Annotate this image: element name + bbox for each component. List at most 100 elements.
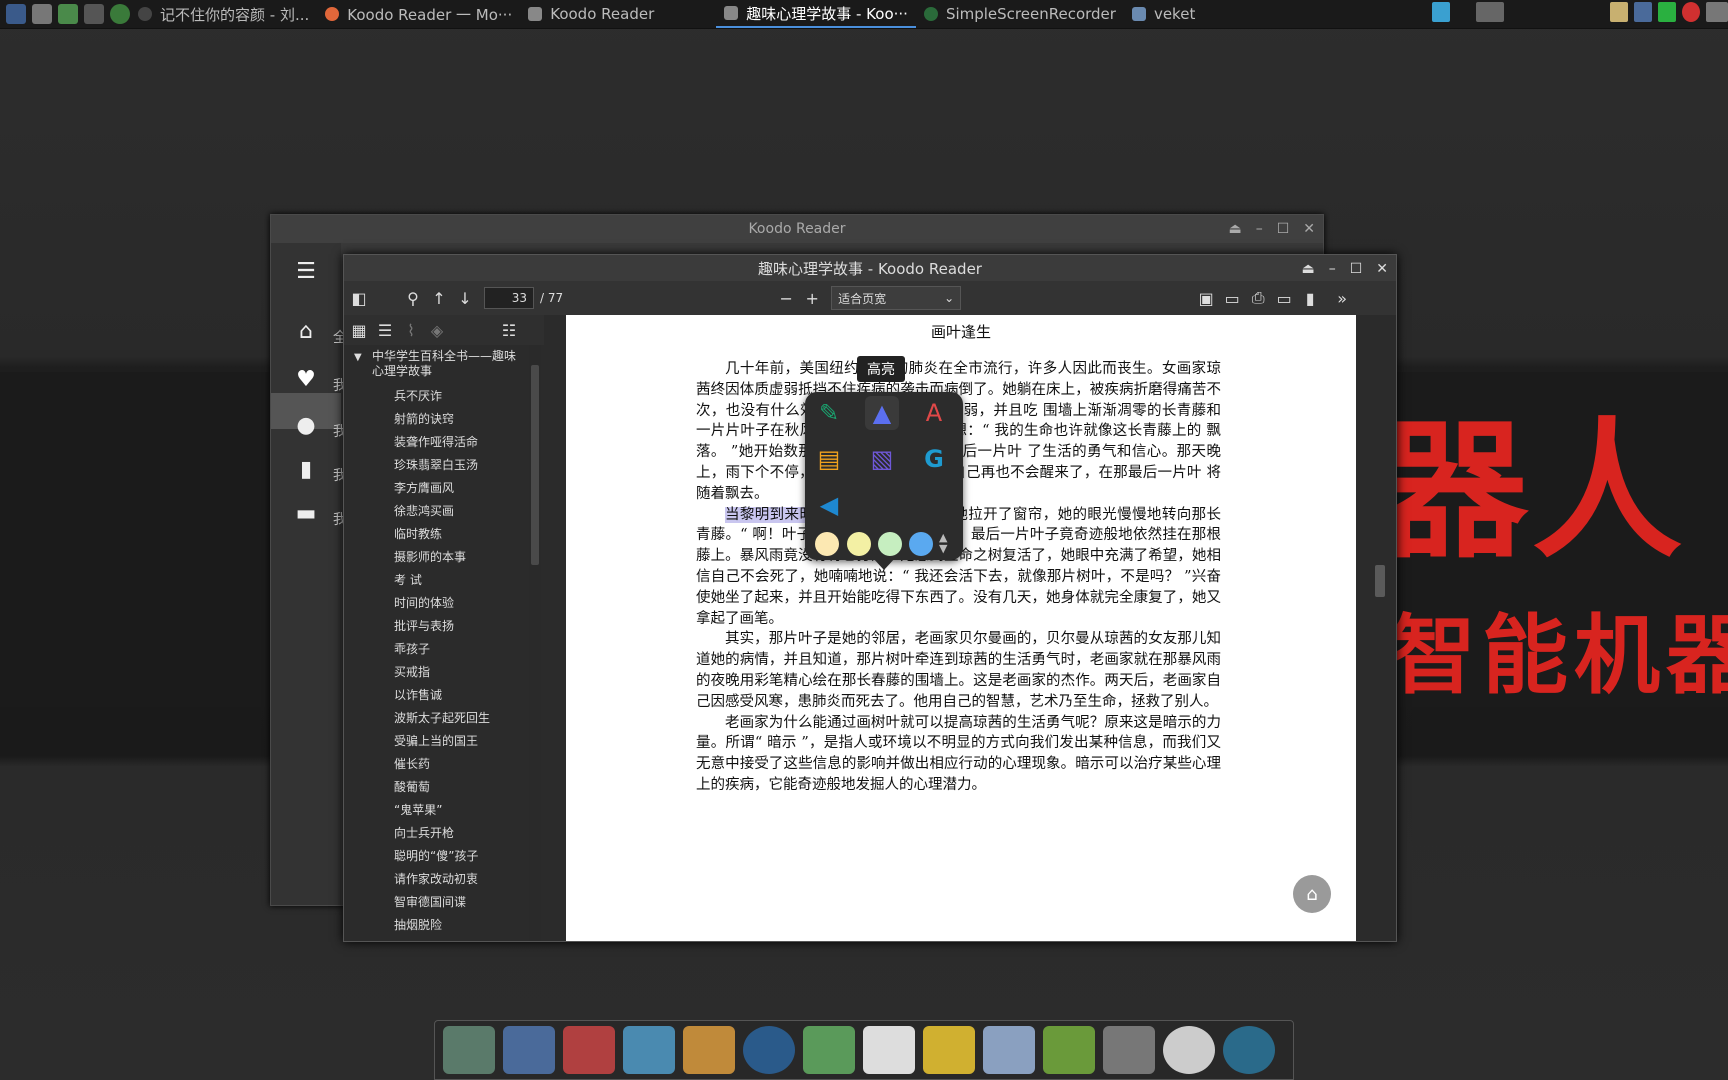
eject-icon[interactable]: ⏏ — [1301, 261, 1314, 277]
taskbar-task-active[interactable]: 趣味心理学故事 - Koo··· — [716, 0, 916, 28]
window-titlebar[interactable]: Koodo Reader ⏏ – ☐ ✕ — [271, 215, 1323, 243]
toc-item[interactable]: 请作家改动初衷 — [344, 868, 524, 891]
drive-icon[interactable] — [1103, 1026, 1155, 1074]
toc-item[interactable]: 催长药 — [344, 753, 524, 776]
browser-icon[interactable] — [110, 4, 130, 24]
play-icon[interactable] — [58, 4, 78, 24]
page-number-input[interactable] — [484, 287, 534, 309]
network-people-icon[interactable] — [803, 1026, 855, 1074]
toc-item[interactable]: 酸葡萄 — [344, 776, 524, 799]
toc-scroll-thumb[interactable] — [531, 365, 539, 565]
toc-options-icon[interactable]: ☷ — [496, 317, 522, 343]
trash-icon[interactable]: ▬ — [291, 501, 321, 531]
arrow-down-icon[interactable]: ↓ — [452, 285, 478, 311]
bookmark-icon[interactable]: ▮ — [1297, 285, 1323, 311]
taskbar-task[interactable]: 记不住你的容颜 - 刘... — [130, 0, 317, 28]
book-icon[interactable] — [923, 1026, 975, 1074]
highlighted-selection[interactable]: 当黎明到来时 — [725, 506, 815, 523]
network-icon[interactable] — [1432, 2, 1450, 22]
toc-item[interactable]: 摄影师的本事 — [344, 546, 524, 569]
speaker-icon[interactable]: ◀ — [812, 488, 846, 522]
editor-icon[interactable] — [623, 1026, 675, 1074]
minimize-icon[interactable]: – — [1256, 221, 1263, 237]
heart-icon[interactable]: ♥ — [291, 367, 321, 397]
home-icon[interactable]: ⌂ — [291, 319, 321, 349]
toc-item[interactable]: 珍珠翡翠白玉汤 — [344, 454, 524, 477]
terminal-icon[interactable] — [84, 4, 104, 24]
toc-item[interactable]: 波斯太子起死回生 — [344, 707, 524, 730]
toc-item[interactable]: 兵不厌诈 — [344, 385, 524, 408]
media-icon[interactable] — [743, 1026, 795, 1074]
taskbar-task[interactable]: veket — [1124, 0, 1203, 28]
copy-icon[interactable]: ▤ — [812, 442, 846, 476]
maximize-icon[interactable]: ☐ — [1277, 221, 1290, 237]
files-icon[interactable] — [443, 1026, 495, 1074]
page-scrollbar[interactable] — [1372, 315, 1388, 941]
print-icon[interactable]: ⎙ — [1245, 285, 1271, 311]
zoom-out-icon[interactable]: − — [773, 285, 799, 311]
folder-icon[interactable]: ▭ — [1271, 285, 1297, 311]
page-scroll-thumb[interactable] — [1375, 565, 1385, 597]
toc-item[interactable]: 徐悲鸿买画 — [344, 500, 524, 523]
close-icon[interactable]: ✕ — [1376, 261, 1388, 277]
toc-item[interactable]: 买戒指 — [344, 661, 524, 684]
caret-down-icon[interactable]: ▼ — [354, 350, 362, 365]
display-icon[interactable] — [1634, 2, 1652, 22]
keyboard-icon[interactable] — [1706, 2, 1728, 22]
toc-item[interactable]: 抽烟脱险 — [344, 914, 524, 937]
toc-item[interactable]: “鬼苹果” — [344, 799, 524, 822]
clipboard-icon[interactable] — [1610, 2, 1628, 22]
color-stepper-icon[interactable]: ▲ ▼ — [939, 532, 947, 554]
hamburger-menu-icon[interactable]: ☰ — [291, 259, 321, 289]
eject-icon[interactable]: ⏏ — [1228, 221, 1241, 237]
color-swatch-blue[interactable] — [909, 532, 933, 556]
note-pen-icon[interactable]: ✎ — [812, 396, 846, 430]
taskbar-task[interactable]: SimpleScreenRecorder — [916, 0, 1124, 28]
thumbnail-view-icon[interactable]: ▦ — [346, 317, 372, 343]
lightbulb-icon[interactable]: ● — [291, 413, 321, 443]
battery-icon[interactable] — [1658, 2, 1676, 22]
toc-item[interactable]: 智审德国间谍 — [344, 891, 524, 914]
notebook-icon[interactable]: ▮ — [291, 457, 321, 487]
record-tray-icon[interactable] — [1682, 2, 1700, 22]
search-icon[interactable]: ⚲ — [400, 285, 426, 311]
toc-item[interactable]: 乖孩子 — [344, 638, 524, 661]
window-titlebar[interactable]: 趣味心理学故事 - Koodo Reader ⏏ – ☐ ✕ — [344, 255, 1396, 281]
toc-item[interactable]: 李方膺画风 — [344, 477, 524, 500]
paint-icon[interactable] — [683, 1026, 735, 1074]
toc-item[interactable]: 射箭的诀窍 — [344, 408, 524, 431]
more-tools-icon[interactable]: » — [1329, 285, 1355, 311]
highlight-icon[interactable]: ▲ — [865, 396, 899, 430]
toc-item[interactable]: 装聋作哑得活命 — [344, 431, 524, 454]
toc-item[interactable]: 时间的体验 — [344, 592, 524, 615]
toc-item[interactable]: 批评与表扬 — [344, 615, 524, 638]
settings-icon[interactable] — [32, 4, 52, 24]
help-icon[interactable] — [1043, 1026, 1095, 1074]
taskbar-task[interactable]: Koodo Reader — [520, 0, 662, 28]
sidebar-toggle-icon[interactable]: ◧ — [346, 285, 372, 311]
toc-item[interactable]: 聪明的“傻”孩子 — [344, 845, 524, 868]
layers-icon[interactable]: ◈ — [424, 317, 450, 343]
minimize-icon[interactable]: – — [1329, 261, 1336, 277]
zoom-in-icon[interactable]: + — [799, 285, 825, 311]
toc-item[interactable]: 受骗上当的国王 — [344, 730, 524, 753]
outline-view-icon[interactable]: ☰ — [372, 317, 398, 343]
attachment-icon[interactable]: ⌇ — [398, 317, 424, 343]
app-menu-icon[interactable] — [6, 4, 26, 24]
close-icon[interactable]: ✕ — [1303, 221, 1315, 237]
globe-icon[interactable] — [1223, 1026, 1275, 1074]
paragraph[interactable]: 老画家为什么能通过画树叶就可以提高琼茜的生活勇气呢？原来这是暗示的力量。所谓“ … — [696, 713, 1221, 796]
translate-icon[interactable]: A — [917, 396, 951, 430]
monitor-icon[interactable] — [503, 1026, 555, 1074]
search-document-icon[interactable]: ▧ — [865, 442, 899, 476]
google-icon[interactable]: G — [917, 442, 951, 476]
chart-app-icon[interactable] — [983, 1026, 1035, 1074]
zoom-mode-select[interactable]: 适合页宽 ⌄ — [831, 286, 962, 310]
penguin-icon[interactable] — [863, 1026, 915, 1074]
color-swatch-green[interactable] — [878, 532, 902, 556]
color-swatch-orange[interactable] — [815, 532, 839, 556]
color-swatch-yellow[interactable] — [847, 532, 871, 556]
open-file-icon[interactable]: ▭ — [1219, 285, 1245, 311]
toc-item[interactable]: 向士兵开枪 — [344, 822, 524, 845]
maximize-icon[interactable]: ☐ — [1350, 261, 1363, 277]
